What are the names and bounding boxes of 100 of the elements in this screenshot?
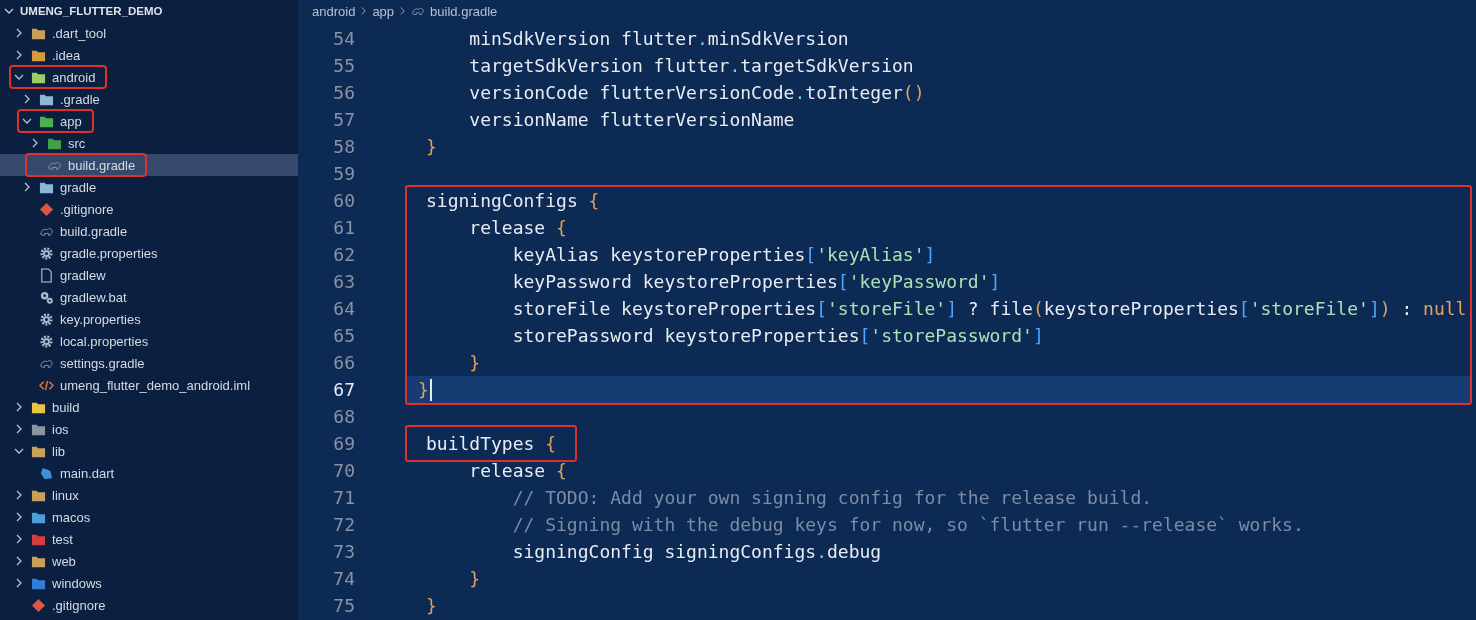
- tree-item[interactable]: build: [0, 396, 298, 418]
- tree-item[interactable]: umeng_flutter_demo_android.iml: [0, 374, 298, 396]
- gear-icon: [39, 245, 54, 261]
- line-number: 67: [332, 378, 356, 402]
- code-line: storeFile keystoreProperties['storeFile'] ? file(keystoreProperties['storeFile']) : null: [512, 298, 1467, 319]
- tree-item[interactable]: .gradle: [0, 88, 298, 110]
- tree-item[interactable]: app: [0, 110, 298, 132]
- line-number: 70: [332, 459, 356, 483]
- item-label: lib: [52, 443, 65, 459]
- tree-item[interactable]: linux: [0, 484, 298, 506]
- tree-item[interactable]: key.properties: [0, 308, 298, 330]
- item-label: .gradle: [60, 91, 100, 107]
- code-line: // Signing with the debug keys for now, so `flutter run --release` works.: [512, 514, 1304, 535]
- item-label: build.gradle: [68, 157, 136, 173]
- chevron-icon[interactable]: [4, 6, 14, 16]
- tree-item[interactable]: main.dart: [0, 462, 298, 484]
- tree-item[interactable]: web: [0, 550, 298, 572]
- code-line: }: [426, 595, 437, 616]
- code-line: signingConfigs {: [426, 190, 600, 211]
- chevron-icon[interactable]: [14, 50, 24, 60]
- tree-item[interactable]: src: [0, 132, 298, 154]
- item-label: windows: [52, 575, 102, 591]
- item-label: gradle: [60, 179, 97, 195]
- tree-item[interactable]: .idea: [0, 44, 298, 66]
- diamond-icon: [31, 597, 46, 613]
- breadcrumb-item[interactable]: build.gradle: [430, 3, 498, 19]
- tree-item[interactable]: lib: [0, 440, 298, 462]
- tree-item[interactable]: gradle.properties: [0, 242, 298, 264]
- tree-item[interactable]: android: [0, 66, 298, 88]
- tree-item[interactable]: gradle: [0, 176, 298, 198]
- breadcrumb-item[interactable]: app: [372, 3, 395, 19]
- tree-item[interactable]: windows: [0, 572, 298, 594]
- code-line: versionName flutterVersionName: [469, 109, 795, 130]
- code-line: targetSdkVersion flutter.targetSdkVersion: [469, 55, 914, 76]
- code-line: release {: [469, 460, 567, 481]
- chevron-icon[interactable]: [14, 72, 24, 82]
- chevron-icon[interactable]: [14, 424, 24, 434]
- diamond-icon: [39, 201, 54, 217]
- chevron-icon[interactable]: [14, 402, 24, 412]
- item-label: macos: [52, 509, 91, 525]
- tree-item[interactable]: gradlew.bat: [0, 286, 298, 308]
- text-cursor: [429, 378, 432, 401]
- item-label: build.gradle: [60, 223, 128, 239]
- item-label: gradle.properties: [60, 245, 158, 261]
- line-number: 66: [332, 351, 356, 375]
- line-number: 63: [332, 270, 356, 294]
- chevron-icon[interactable]: [14, 534, 24, 544]
- chevron-icon: [360, 6, 368, 16]
- chevron-icon[interactable]: [14, 512, 24, 522]
- item-label: app: [60, 113, 82, 129]
- tree-item[interactable]: test: [0, 528, 298, 550]
- line-number: 56: [332, 81, 356, 105]
- chevron-icon[interactable]: [14, 446, 24, 456]
- chevron-icon[interactable]: [22, 116, 32, 126]
- line-number: 69: [332, 432, 356, 456]
- tree-item[interactable]: ios: [0, 418, 298, 440]
- gear-icon: [39, 311, 54, 327]
- tree-item[interactable]: build.gradle: [0, 154, 298, 176]
- chevron-icon[interactable]: [14, 578, 24, 588]
- line-number: 74: [332, 567, 356, 591]
- line-number: 65: [332, 324, 356, 348]
- gears-icon: [39, 289, 54, 305]
- item-label: android: [52, 69, 96, 85]
- tree-item[interactable]: macos: [0, 506, 298, 528]
- chevron-icon[interactable]: [14, 556, 24, 566]
- tree-item[interactable]: settings.gradle: [0, 352, 298, 374]
- item-label: settings.gradle: [60, 355, 145, 371]
- item-label: gradlew.bat: [60, 289, 127, 305]
- item-label: main.dart: [60, 465, 115, 481]
- item-label: build: [52, 399, 80, 415]
- code-line: keyPassword keystoreProperties['keyPassword']: [512, 271, 1001, 292]
- explorer-title[interactable]: UMENG_FLUTTER_DEMO: [20, 5, 163, 17]
- item-label: .gitignore: [60, 201, 114, 217]
- tree-item[interactable]: .gitignore: [0, 198, 298, 220]
- breadcrumb-item[interactable]: android: [312, 3, 356, 19]
- chevron-icon[interactable]: [22, 182, 32, 192]
- line-number: 54: [332, 27, 356, 51]
- item-label: .idea: [52, 47, 81, 63]
- item-label: test: [52, 531, 73, 547]
- tree-item[interactable]: .dart_tool: [0, 22, 298, 44]
- code-line: signingConfig signingConfigs.debug: [512, 541, 882, 562]
- chevron-icon[interactable]: [22, 94, 32, 104]
- tree-item[interactable]: .gitignore: [0, 594, 298, 616]
- code-line: buildTypes {: [426, 433, 557, 454]
- code-line: keyAlias keystoreProperties['keyAlias']: [512, 244, 936, 265]
- code-line: storePassword keystoreProperties['storePassword']: [512, 325, 1044, 346]
- code-line: }: [426, 136, 437, 157]
- file-icon: [39, 267, 54, 283]
- gear-icon: [39, 333, 54, 349]
- line-number: 75: [332, 594, 356, 618]
- code-line: release {: [469, 217, 567, 238]
- line-number: 68: [332, 405, 356, 429]
- code-line: }: [469, 352, 481, 373]
- tree-item[interactable]: local.properties: [0, 330, 298, 352]
- tree-item[interactable]: build.gradle: [0, 220, 298, 242]
- chevron-icon[interactable]: [14, 490, 24, 500]
- tree-item[interactable]: gradlew: [0, 264, 298, 286]
- chevron-icon[interactable]: [30, 138, 40, 148]
- chevron-icon[interactable]: [14, 28, 24, 38]
- item-label: linux: [52, 487, 79, 503]
